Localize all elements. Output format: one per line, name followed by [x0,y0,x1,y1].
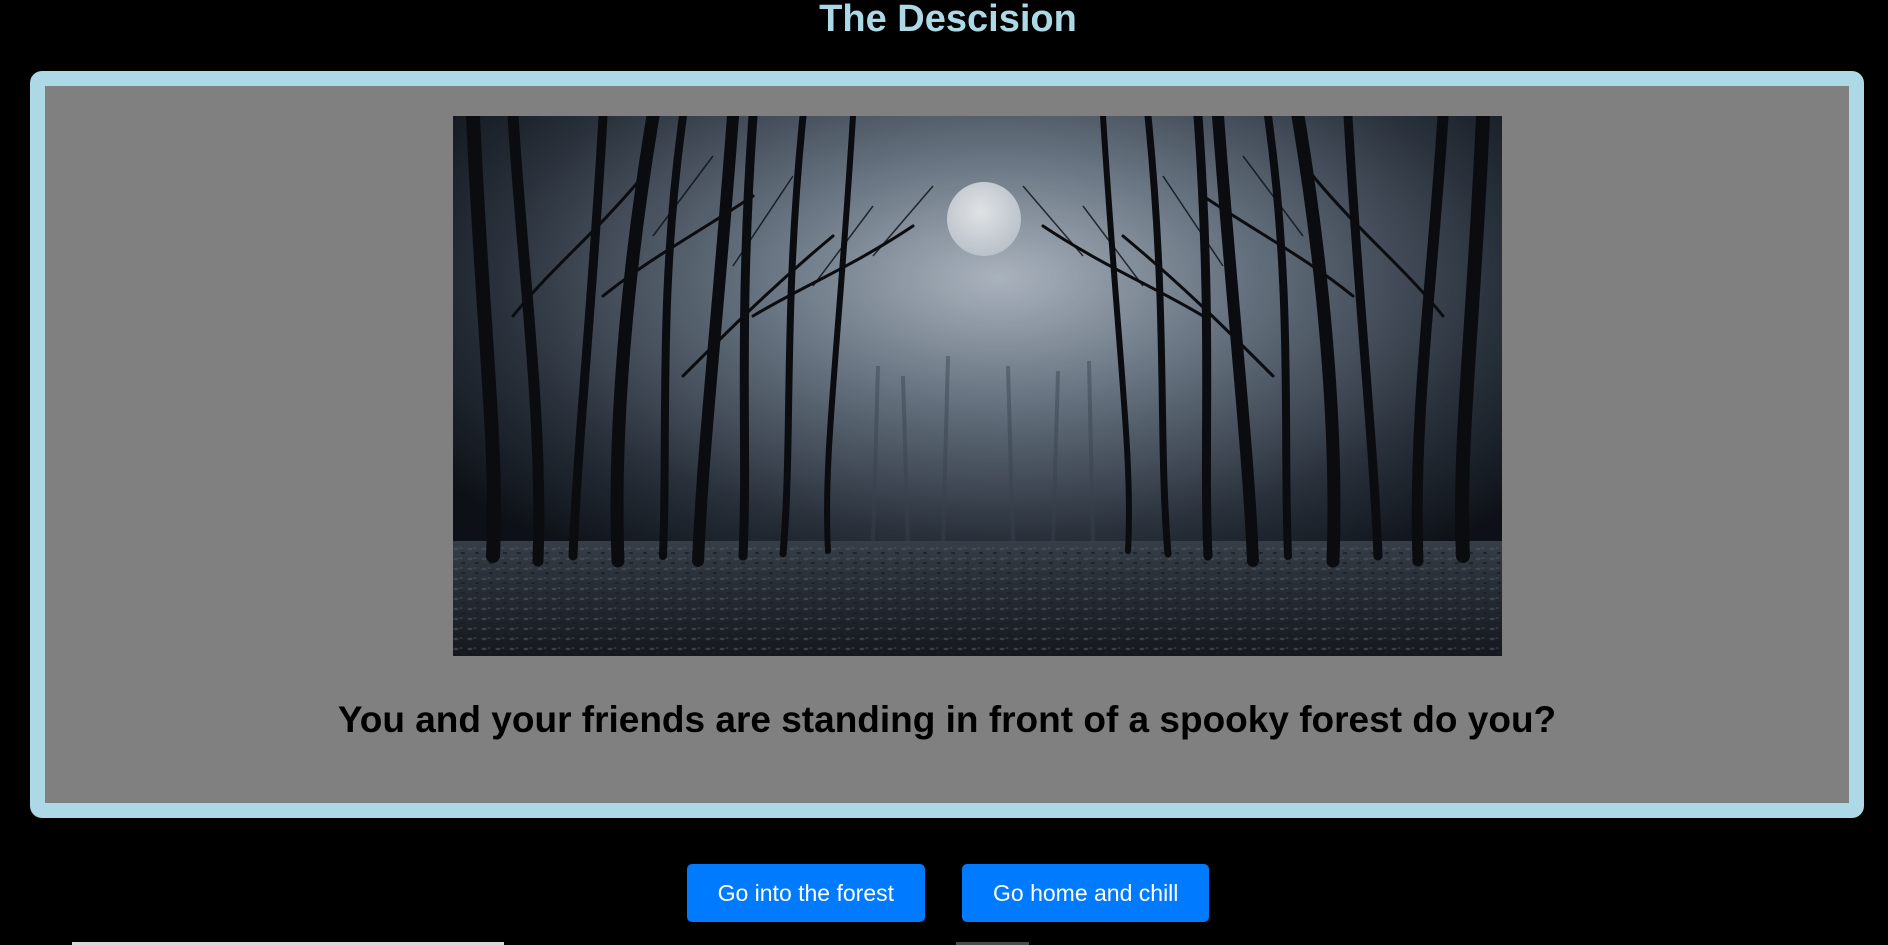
forest-scene-image [453,116,1502,656]
choice-buttons: Go into the forest Go home and chill [0,864,1888,922]
story-panel: You and your friends are standing in fro… [30,71,1864,818]
page-title: The Descision [819,0,1077,40]
go-home-button[interactable]: Go home and chill [962,864,1210,922]
story-question: You and your friends are standing in fro… [337,699,1557,740]
go-into-forest-button[interactable]: Go into the forest [686,864,926,922]
forest-illustration [453,116,1502,656]
